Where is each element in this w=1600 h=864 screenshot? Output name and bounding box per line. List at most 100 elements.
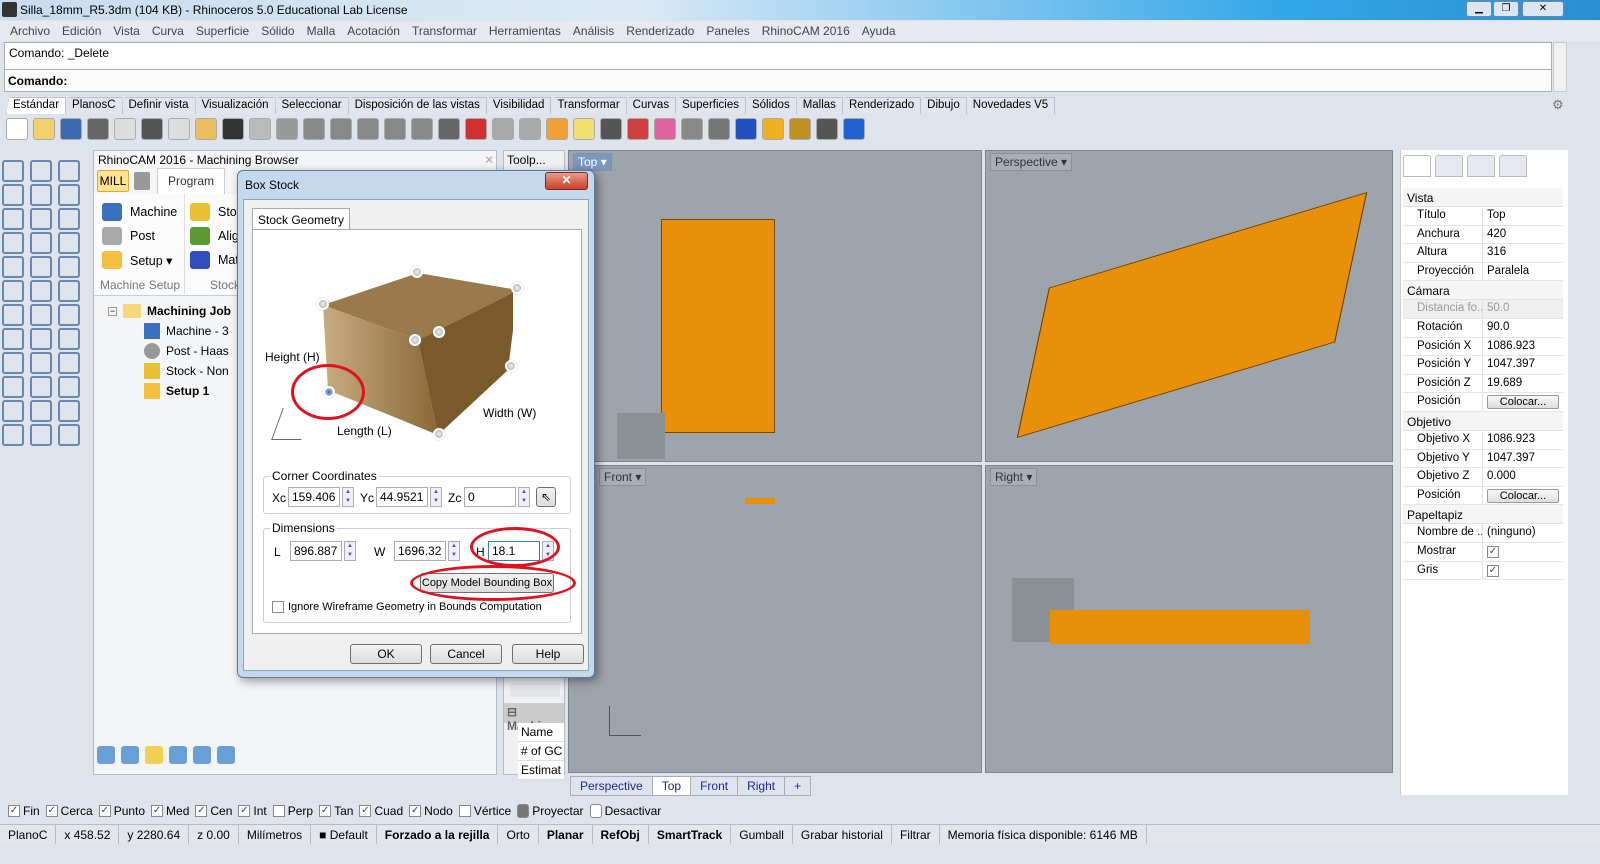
status-x-458-52[interactable]: x 458.52 [56,825,120,844]
tab-novedades-v5[interactable]: Novedades V5 [965,97,1056,114]
length-input[interactable]: 896.887 [290,541,342,561]
menu-ayuda[interactable]: Ayuda [856,21,902,41]
tab-planosc[interactable]: PlanosC [65,97,123,114]
tab-mallas[interactable]: Mallas [795,97,843,114]
tool-icon-10[interactable] [2,232,24,254]
tool-icon-11[interactable] [30,232,52,254]
checkbox[interactable]: ✓ [45,805,58,817]
gear-icon[interactable]: ⚙ [1552,97,1564,113]
osnap-int[interactable]: ✓ Int [238,804,267,818]
color-wheel-icon[interactable] [654,118,676,140]
menu-curva[interactable]: Curva [146,21,190,41]
tree-item-setup[interactable]: Setup 1 [108,381,231,401]
osnap-cerca[interactable]: ✓ Cerca [45,804,93,818]
property-value[interactable]: Paralela [1483,263,1563,281]
lock-icon[interactable] [600,118,622,140]
zc-input[interactable]: 0 [464,487,516,507]
viewports-icon[interactable] [438,118,460,140]
property-value[interactable]: 316 [1483,244,1563,262]
status-filtrar[interactable]: Filtrar [892,825,940,844]
grid-icon[interactable] [816,118,838,140]
display-color-icon[interactable] [1403,155,1431,177]
checkbox[interactable]: ✓ [195,805,208,817]
setup-ops-icon[interactable] [145,746,163,764]
viewport-label-top[interactable]: Top ▾ [573,153,612,171]
property-value[interactable]: Top [1483,207,1563,225]
tool-icon-20[interactable] [30,304,52,326]
viewport-label-front[interactable]: Front ▾ [599,468,647,486]
menu-edicio-n[interactable]: Edición [56,21,107,41]
width-spinner[interactable]: ▲ ▼ [448,541,460,561]
checkbox[interactable]: ✓ [319,805,332,817]
tree-item-machine[interactable]: Machine - 3 [108,321,231,341]
tool-icon-14[interactable] [30,256,52,278]
tool-icon-3[interactable] [58,160,80,182]
tool-icon-17[interactable] [30,280,52,302]
menu-vista[interactable]: Vista [107,21,145,41]
tool-icon-28[interactable] [2,376,24,398]
tab-definir-vista[interactable]: Definir vista [121,97,196,114]
property-value[interactable]: 1047.397 [1483,356,1563,374]
viewport-top[interactable]: Top ▾ [568,150,982,462]
ribbon-setup[interactable]: Setup ▾ [102,248,177,272]
osnap-proyectar[interactable]: Proyectar [517,804,584,818]
xc-spinner[interactable]: ▲ ▼ [342,487,354,507]
tool-icon-21[interactable] [58,304,80,326]
render-mesh-icon[interactable] [492,118,514,140]
tool-icon-30[interactable] [58,376,80,398]
viewport-front[interactable]: Front ▾ [568,465,982,773]
copy-icon[interactable] [168,118,190,140]
tool-icon-33[interactable] [58,400,80,422]
property-value[interactable]: 420 [1483,226,1563,244]
undo-icon[interactable] [222,118,244,140]
ignore-wireframe-checkbox[interactable]: Ignore Wireframe Geometry in Bounds Comp… [272,601,542,613]
command-scrollbar[interactable] [1553,42,1567,92]
status-mili-metros[interactable]: Milímetros [239,825,312,844]
tool-icon-35[interactable] [30,424,52,446]
cancel-button[interactable]: Cancel [430,644,502,664]
tab-renderizado[interactable]: Renderizado [841,97,922,114]
close-button[interactable]: ✕ [1522,1,1564,17]
osnap-med[interactable]: ✓ Med [151,804,189,818]
gear-icon[interactable] [789,118,811,140]
tool-icon-1[interactable] [2,160,24,182]
tab-transformar[interactable]: Transformar [550,97,627,114]
colocar-button[interactable]: Colocar... [1483,487,1563,505]
property-checkbox[interactable]: ✓ [1483,543,1563,561]
tool-icon-15[interactable] [58,256,80,278]
menu-herramientas[interactable]: Herramientas [483,21,567,41]
property-value[interactable]: 1086.923 [1483,338,1563,356]
sphere-render-icon[interactable] [708,118,730,140]
save-icon[interactable] [60,118,82,140]
operations-icon[interactable] [121,746,139,764]
tab-visibilidad[interactable]: Visibilidad [485,97,552,114]
corner-handle[interactable] [433,428,445,440]
osnap-desactivar[interactable]: Desactivar [589,804,661,818]
viewport-right[interactable]: Right ▾ [985,465,1393,773]
pan-icon[interactable] [249,118,271,140]
status-planoc[interactable]: PlanoC [0,825,57,844]
tool-icon-27[interactable] [58,352,80,374]
checkbox[interactable]: ✓ [151,805,164,817]
xc-input[interactable]: 159.406 [288,487,340,507]
pen-icon[interactable] [762,118,784,140]
material-icon[interactable] [627,118,649,140]
osnap-cuad[interactable]: ✓ Cuad [359,804,403,818]
checkbox[interactable]: ✓ [98,805,111,817]
maximize-button[interactable]: ❐ [1493,1,1519,17]
tool-icon-31[interactable] [2,400,24,422]
command-input[interactable]: Comando: [5,69,1551,91]
tool-icon-32[interactable] [30,400,52,422]
property-value[interactable]: 1086.923 [1483,431,1563,449]
osnap-fin[interactable]: ✓ Fin [8,804,40,818]
width-input[interactable]: 1696.32 [394,541,446,561]
viewport-tab-front[interactable]: Front [690,776,739,796]
viewport-tab-add[interactable]: + [784,776,812,796]
tool-icon-2[interactable] [30,160,52,182]
tab-seleccionar[interactable]: Seleccionar [274,97,349,114]
menu-archivo[interactable]: Archivo [4,21,56,41]
corner-handle[interactable] [317,298,329,310]
property-value[interactable]: 1047.397 [1483,450,1563,468]
sphere-blue-icon[interactable] [735,118,757,140]
menu-ana-lisis[interactable]: Análisis [567,21,620,41]
